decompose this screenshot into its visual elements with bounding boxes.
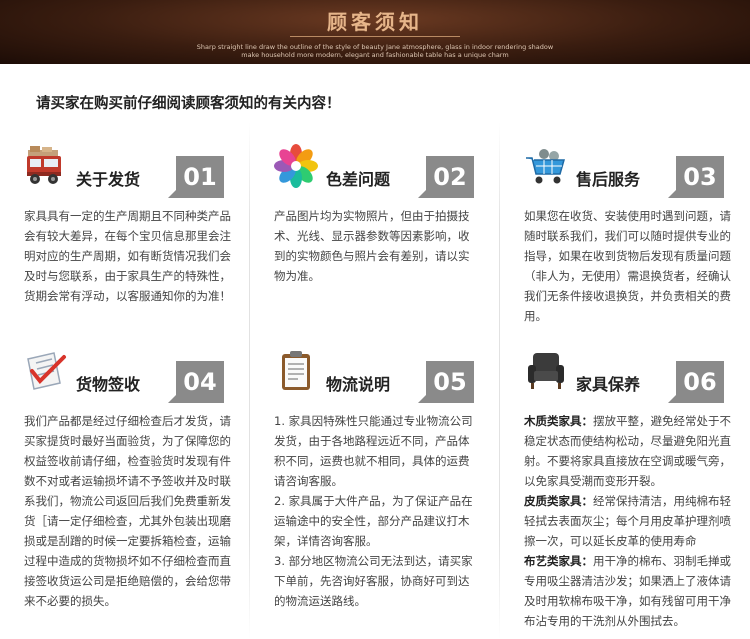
care-section: 木质类家具：摆放平整，避免经常处于不稳定状态而使结构松动，尽量避免阳光直射。不要… xyxy=(524,411,732,491)
care-section: 皮质类家具：经常保持清洁，用纯棉布轻轻拭去表面灰尘；每个月用皮革护理剂喷擦一次，… xyxy=(524,491,732,551)
card-paragraph: 我们产品都是经过仔细检查后才发货，请买家提货时最好当面验货，为了保障您的权益签收… xyxy=(24,414,231,608)
column-right: 售后服务 03 如果您在收货、安装使用时遇到问题，请随时联系我们，我们可以随时提… xyxy=(500,122,750,639)
card-paragraph: 2. 家具属于大件产品，为了保证产品在运输途中的安全性，部分产品建议打木架，详情… xyxy=(274,494,473,548)
card-paragraph: 家具具有一定的生产周期且不同种类产品会有较大差异，在每个宝贝信息那里会注明对应的… xyxy=(24,209,231,303)
care-section: 布艺类家具：用干净的棉布、羽制毛掸或专用吸尘器清洁沙发；如果洒上了液体请及时用软… xyxy=(524,551,732,631)
banner-subtitle: Sharp straight line draw the outline of … xyxy=(196,43,554,59)
checklist-icon xyxy=(24,349,68,393)
banner-divider xyxy=(290,36,460,37)
armchair-icon xyxy=(524,349,568,393)
card-body: 如果您在收货、安装使用时遇到问题，请随时联系我们，我们可以随时提供专业的指导，如… xyxy=(524,206,732,326)
header-banner: 顾客须知 Sharp straight line draw the outlin… xyxy=(0,0,750,64)
delivery-truck-icon xyxy=(24,144,68,188)
color-palette-icon xyxy=(274,144,318,188)
card-body: 产品图片均为实物照片，但由于拍摄技术、光线、显示器参数等因素影响，收到的实物颜色… xyxy=(274,206,478,286)
card-paragraph: 3. 部分地区物流公司无法到达，请买家下单前，先咨询好客服，协商好可到达的物流运… xyxy=(274,554,473,608)
card-body: 1. 家具因特殊性只能通过专业物流公司发货，由于各地路程远近不同，产品体积不同，… xyxy=(274,411,478,611)
card-number-badge: 02 xyxy=(418,156,474,198)
card-number-badge: 04 xyxy=(168,361,224,403)
card-title: 家具保养 xyxy=(576,375,641,394)
card-title: 物流说明 xyxy=(326,375,391,394)
card-paragraph: 产品图片均为实物照片，但由于拍摄技术、光线、显示器参数等因素影响，收到的实物颜色… xyxy=(274,209,470,283)
intro-text: 请买家在购买前仔细阅读顾客须知的有关内容！ xyxy=(36,96,341,112)
card-body: 我们产品都是经过仔细检查后才发货，请买家提货时最好当面验货，为了保障您的权益签收… xyxy=(24,411,232,611)
card-number-badge: 06 xyxy=(668,361,724,403)
shopping-cart-icon xyxy=(524,144,568,188)
card-paragraph: 如果您在收货、安装使用时遇到问题，请随时联系我们，我们可以随时提供专业的指导，如… xyxy=(524,209,731,323)
card-body: 木质类家具：摆放平整，避免经常处于不稳定状态而使结构松动，尽量避免阳光直射。不要… xyxy=(524,411,732,631)
column-middle: 色差问题 02 产品图片均为实物照片，但由于拍摄技术、光线、显示器参数等因素影响… xyxy=(250,122,500,639)
card-number-badge: 05 xyxy=(418,361,474,403)
banner-title: 顾客须知 xyxy=(327,10,423,34)
care-section-label: 皮质类家具： xyxy=(524,494,593,508)
card-paragraph: 1. 家具因特殊性只能通过专业物流公司发货，由于各地路程远近不同，产品体积不同，… xyxy=(274,414,473,488)
card-title: 售后服务 xyxy=(576,170,641,189)
notice-card-maintenance: 家具保养 06 木质类家具：摆放平整，避免经常处于不稳定状态而使结构松动，尽量避… xyxy=(500,347,750,628)
notice-card-logistics: 物流说明 05 1. 家具因特殊性只能通过专业物流公司发货，由于各地路程远近不同… xyxy=(250,347,500,608)
card-title: 关于发货 xyxy=(76,170,141,189)
card-body: 家具具有一定的生产周期且不同种类产品会有较大差异，在每个宝贝信息那里会注明对应的… xyxy=(24,206,232,306)
card-number-badge: 01 xyxy=(168,156,224,198)
card-title: 色差问题 xyxy=(326,170,391,189)
notice-card-receipt: 货物签收 04 我们产品都是经过仔细检查后才发货，请买家提货时最好当面验货，为了… xyxy=(0,347,250,608)
clipboard-icon xyxy=(274,349,318,393)
care-section-label: 木质类家具： xyxy=(524,414,593,428)
card-title: 货物签收 xyxy=(76,375,141,394)
column-left: 关于发货 01 家具具有一定的生产周期且不同种类产品会有较大差异，在每个宝贝信息… xyxy=(0,122,250,639)
card-number-badge: 03 xyxy=(668,156,724,198)
care-section-label: 布艺类家具： xyxy=(524,554,593,568)
